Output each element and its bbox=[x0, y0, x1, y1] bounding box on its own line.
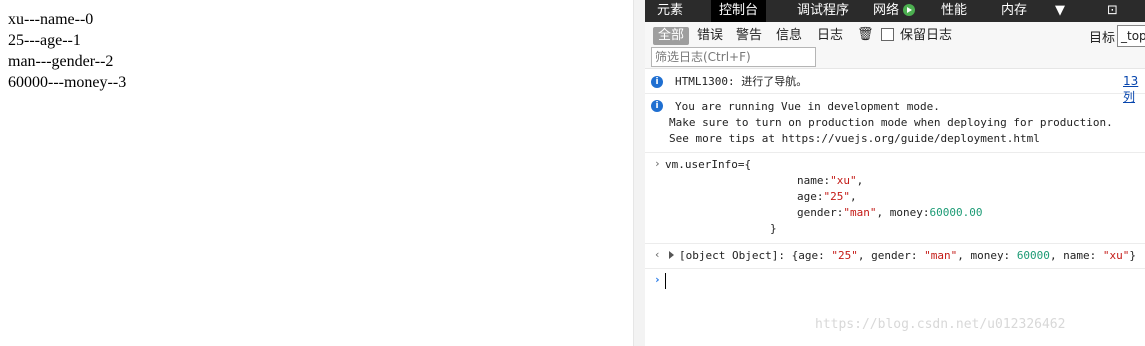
devtools-tabbar: 元素 控制台 调试程序 网络 性能 内存 ▼ ⊡ bbox=[645, 0, 1145, 22]
code-string: "xu" bbox=[1102, 249, 1130, 262]
preserve-log-label: 保留日志 bbox=[900, 28, 953, 43]
code-string: "man" bbox=[843, 206, 877, 219]
code-string: "25" bbox=[831, 249, 858, 262]
code-string: "25" bbox=[823, 190, 851, 203]
preserve-log-checkbox[interactable]: 保留日志 bbox=[881, 27, 952, 45]
code-key: , money: bbox=[957, 249, 1017, 262]
tab-console[interactable]: 控制台 bbox=[711, 0, 767, 22]
info-icon: i bbox=[651, 100, 663, 112]
page-line: xu---name--0 bbox=[8, 11, 94, 28]
record-icon bbox=[903, 4, 916, 16]
code-key: {age: bbox=[791, 249, 832, 262]
prompt-chevron-icon: › bbox=[654, 273, 661, 286]
tab-performance[interactable]: 性能 bbox=[933, 0, 975, 22]
console-drawer-icon[interactable]: ⊡ bbox=[1099, 0, 1126, 22]
message-text: Make sure to turn on production mode whe… bbox=[669, 116, 1113, 129]
code-key: , name: bbox=[1049, 249, 1103, 262]
tab-label: 性能 bbox=[941, 3, 968, 18]
code-number: 60000.00 bbox=[929, 206, 983, 219]
tab-label: 元素 bbox=[657, 3, 684, 18]
result-line[interactable]: [object Object]: {age: "25", gender: "ma… bbox=[679, 248, 1136, 264]
console-filter-input[interactable]: 筛选日志(Ctrl+F) bbox=[651, 47, 816, 67]
page-line: 25---age--1 bbox=[8, 32, 81, 49]
code-key: , gender: bbox=[857, 249, 925, 262]
checkbox-icon bbox=[881, 28, 894, 41]
page-line: man---gender--2 bbox=[8, 53, 114, 70]
tab-label: 内存 bbox=[1001, 3, 1028, 18]
console-input-entry: › vm.userInfo={ name:"xu", age:"25", gen… bbox=[645, 153, 1145, 244]
filter-errors[interactable]: 错误 bbox=[692, 27, 728, 45]
page-lines: xu---name--0 25---age--1 man---gender--2… bbox=[8, 9, 126, 93]
filter-all[interactable]: 全部 bbox=[653, 27, 690, 45]
console-message: i You are running Vue in development mod… bbox=[645, 94, 1145, 153]
tab-memory[interactable]: 内存 bbox=[993, 0, 1035, 22]
input-chevron-icon: › bbox=[654, 157, 661, 170]
info-icon: i bbox=[651, 76, 663, 88]
tab-elements[interactable]: 元素 bbox=[649, 0, 691, 22]
code-string: "man" bbox=[924, 249, 958, 262]
code-number: 60000 bbox=[1016, 249, 1050, 262]
watermark: https://blog.csdn.net/u012326462 bbox=[815, 317, 1066, 332]
tab-label: 调试程序 bbox=[797, 3, 850, 18]
tab-network[interactable]: 网络 bbox=[865, 0, 923, 22]
result-chevron-icon: ‹ bbox=[654, 248, 661, 261]
filter-warnings[interactable]: 警告 bbox=[731, 27, 767, 45]
console-filterbar: 全部 错误 警告 信息 日志 🗑 保留日志 目标 _top 筛选日志(Ctrl+… bbox=[645, 22, 1145, 69]
expand-triangle-icon[interactable] bbox=[669, 251, 674, 259]
input-code-line: age:"25", bbox=[797, 189, 857, 205]
code-string: "xu" bbox=[830, 174, 857, 187]
message-text: HTML1300: 进行了导航。 bbox=[675, 75, 808, 88]
code-key: gender: bbox=[797, 206, 844, 219]
page-content: xu---name--0 25---age--1 man---gender--2… bbox=[0, 0, 633, 346]
devtools-panel: 元素 控制台 调试程序 网络 性能 内存 ▼ ⊡ 全部 错误 警告 信息 日志 … bbox=[645, 0, 1145, 346]
input-code-line: } bbox=[770, 222, 777, 235]
filter-log[interactable]: 日志 bbox=[812, 27, 848, 45]
tab-debugger[interactable]: 调试程序 bbox=[789, 0, 857, 22]
code-key: , money: bbox=[876, 206, 930, 219]
code-punct: , bbox=[850, 190, 857, 203]
more-tabs-icon[interactable]: ▼ bbox=[1047, 0, 1073, 22]
result-prefix: [object Object]: bbox=[679, 249, 792, 262]
message-text: You are running Vue in development mode. bbox=[675, 100, 940, 113]
clear-console-icon[interactable]: 🗑 bbox=[857, 27, 874, 42]
code-key: name: bbox=[797, 174, 831, 187]
page-line: 60000---money--3 bbox=[8, 74, 127, 91]
message-text: See more tips at https://vuejs.org/guide… bbox=[669, 132, 1040, 145]
filter-info[interactable]: 信息 bbox=[771, 27, 807, 45]
target-select[interactable]: _top bbox=[1117, 25, 1145, 47]
code-key: age: bbox=[797, 190, 824, 203]
code-punct: } bbox=[1129, 249, 1137, 262]
input-code-line: gender:"man", money:60000.00 bbox=[797, 205, 982, 221]
code-punct: , bbox=[856, 174, 864, 187]
console-input-caret[interactable] bbox=[665, 273, 666, 289]
console-message: i HTML1300: 进行了导航。 13列 bbox=[645, 69, 1145, 104]
target-label: 目标 bbox=[1089, 31, 1116, 46]
tab-label: 控制台 bbox=[719, 3, 759, 18]
tab-label: 网络 bbox=[873, 3, 900, 18]
console-result-entry: ‹ [object Object]: {age: "25", gender: "… bbox=[645, 244, 1145, 269]
input-code-line: vm.userInfo={ bbox=[665, 158, 752, 171]
input-code-line: name:"xu", bbox=[797, 173, 863, 189]
